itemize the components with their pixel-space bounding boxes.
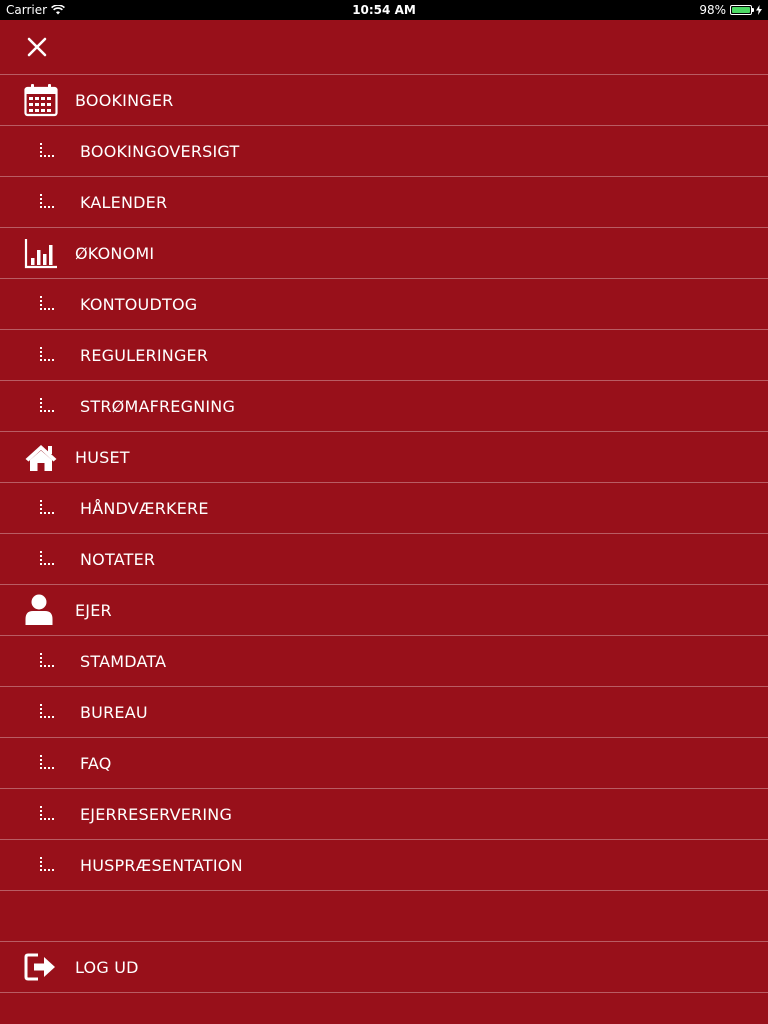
battery-icon	[730, 5, 754, 15]
menu-item-label: KALENDER	[80, 192, 168, 212]
house-icon	[25, 445, 57, 471]
status-time: 10:54 AM	[352, 3, 416, 17]
menu-item-faq[interactable]: FAQ	[0, 738, 768, 789]
tree-branch-icon	[40, 857, 54, 871]
menu-item-label: HÅNDVÆRKERE	[80, 498, 209, 518]
menu-item-label: NOTATER	[80, 549, 156, 569]
battery-indicator: 98%	[699, 3, 762, 17]
menu-item-ejerreservering[interactable]: EJERRESERVERING	[0, 789, 768, 840]
menu-item-kalender[interactable]: KALENDER	[0, 177, 768, 228]
logout-icon	[24, 953, 55, 981]
navigation-menu: BOOKINGER BOOKINGOVERSIGT KALENDER ØKONO…	[0, 75, 768, 993]
menu-item-label: STRØMAFREGNING	[80, 396, 236, 416]
menu-section-bookinger[interactable]: BOOKINGER	[0, 75, 768, 126]
menu-item-label: BOOKINGOVERSIGT	[80, 141, 240, 161]
menu-spacer	[0, 891, 768, 942]
menu-item-reguleringer[interactable]: REGULERINGER	[0, 330, 768, 381]
tree-branch-icon	[40, 551, 54, 565]
menu-header	[0, 20, 768, 75]
menu-item-huspraesentation[interactable]: HUSPRÆSENTATION	[0, 840, 768, 891]
tree-branch-icon	[40, 704, 54, 718]
menu-item-stamdata[interactable]: STAMDATA	[0, 636, 768, 687]
menu-item-label: FAQ	[80, 753, 112, 773]
menu-item-label: STAMDATA	[80, 651, 167, 671]
tree-branch-icon	[40, 347, 54, 361]
menu-item-label: EJERRESERVERING	[80, 804, 233, 824]
calendar-icon	[24, 84, 58, 117]
tree-branch-icon	[40, 500, 54, 514]
menu-item-stromafregning[interactable]: STRØMAFREGNING	[0, 381, 768, 432]
menu-section-huset[interactable]: HUSET	[0, 432, 768, 483]
menu-section-okonomi[interactable]: ØKONOMI	[0, 228, 768, 279]
menu-section-label: HUSET	[75, 447, 130, 467]
tree-branch-icon	[40, 755, 54, 769]
tree-branch-icon	[40, 194, 54, 208]
close-button[interactable]	[22, 32, 52, 62]
menu-item-label: HUSPRÆSENTATION	[80, 855, 243, 875]
menu-item-label: KONTOUDTOG	[80, 294, 198, 314]
menu-item-handvaerkere[interactable]: HÅNDVÆRKERE	[0, 483, 768, 534]
logout-button[interactable]: LOG UD	[0, 942, 768, 993]
menu-item-notater[interactable]: NOTATER	[0, 534, 768, 585]
charging-icon	[756, 5, 762, 15]
menu-item-kontoudtog[interactable]: KONTOUDTOG	[0, 279, 768, 330]
status-bar: Carrier 10:54 AM 98%	[0, 0, 768, 20]
tree-branch-icon	[40, 398, 54, 412]
battery-percent: 98%	[699, 3, 726, 17]
bar-chart-icon	[24, 239, 57, 269]
tree-branch-icon	[40, 143, 54, 157]
menu-section-label: BOOKINGER	[75, 90, 174, 110]
tree-branch-icon	[40, 296, 54, 310]
menu-item-label: REGULERINGER	[80, 345, 209, 365]
menu-item-bookingoversigt[interactable]: BOOKINGOVERSIGT	[0, 126, 768, 177]
menu-section-label: EJER	[75, 600, 112, 620]
menu-section-label: ØKONOMI	[75, 243, 155, 263]
tree-branch-icon	[40, 806, 54, 820]
tree-branch-icon	[40, 653, 54, 667]
user-icon	[25, 594, 53, 625]
menu-item-label: BUREAU	[80, 702, 148, 722]
close-icon	[27, 37, 47, 57]
logout-label: LOG UD	[75, 957, 139, 977]
menu-section-ejer[interactable]: EJER	[0, 585, 768, 636]
menu-item-bureau[interactable]: BUREAU	[0, 687, 768, 738]
